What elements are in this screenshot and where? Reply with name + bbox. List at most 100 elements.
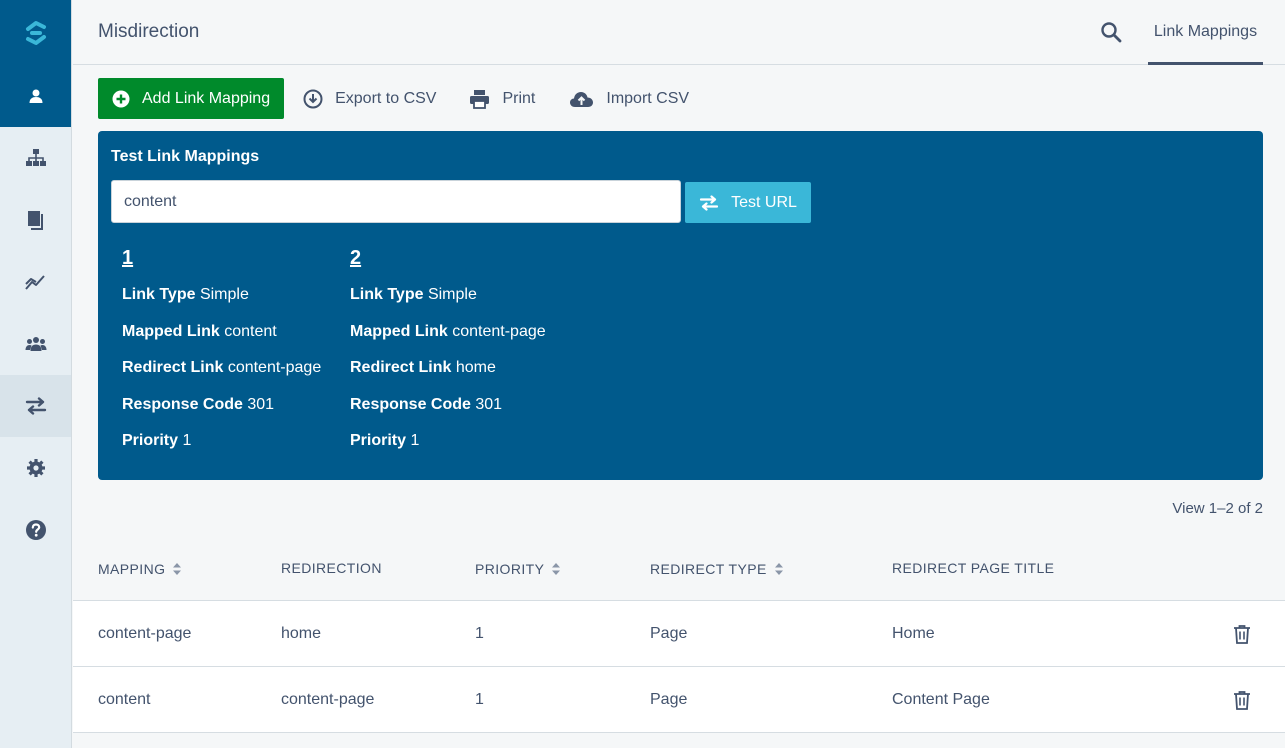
result-index-link[interactable]: 2 bbox=[350, 247, 546, 273]
value: content bbox=[224, 322, 277, 340]
sidebar-item-security[interactable] bbox=[0, 313, 71, 375]
table-row[interactable]: content content-page 1 Page Content Page bbox=[73, 667, 1285, 733]
sidebar-item-sitemap[interactable] bbox=[0, 127, 71, 189]
cell-page-title: Content Page bbox=[892, 691, 990, 708]
sidebar-item-users-profile[interactable] bbox=[0, 65, 71, 127]
label: Link Type bbox=[350, 286, 424, 303]
test-link-mappings-panel: Test Link Mappings Test URL 1 Link Type … bbox=[98, 131, 1263, 480]
cloud-upload-icon bbox=[570, 91, 594, 107]
test-url-button[interactable]: Test URL bbox=[685, 182, 811, 223]
toolbar: Add Link Mapping Export to CSV Print Imp… bbox=[98, 78, 689, 119]
result-link-type: Link Type Simple bbox=[350, 286, 546, 323]
label: Response Code bbox=[122, 395, 243, 413]
print-button[interactable]: Print bbox=[469, 89, 535, 109]
import-csv-button[interactable]: Import CSV bbox=[569, 89, 689, 109]
label: Mapped Link bbox=[122, 322, 220, 340]
add-link-mapping-label: Add Link Mapping bbox=[142, 89, 271, 107]
label: Redirect Link bbox=[122, 359, 224, 376]
column-label: MAPPING bbox=[98, 561, 166, 577]
label: Priority bbox=[122, 432, 179, 449]
column-header-priority[interactable]: PRIORITY bbox=[475, 561, 561, 577]
exchange-icon bbox=[25, 397, 46, 415]
sort-icon bbox=[774, 563, 783, 575]
column-label: REDIRECTION bbox=[281, 560, 382, 576]
table-row[interactable]: content-page home 1 Page Home bbox=[73, 601, 1285, 667]
result-index-link[interactable]: 1 bbox=[122, 247, 321, 273]
page-title: Misdirection bbox=[98, 21, 200, 42]
add-link-mapping-button[interactable]: Add Link Mapping bbox=[98, 78, 285, 119]
result-response-code: Response Code 301 bbox=[350, 396, 546, 433]
test-panel-title: Test Link Mappings bbox=[111, 148, 260, 165]
test-url-input[interactable] bbox=[111, 180, 681, 223]
column-header-redirect-page-title: REDIRECT PAGE TITLE bbox=[892, 560, 1054, 576]
header: Misdirection Link Mappings bbox=[73, 0, 1285, 65]
column-header-mapping[interactable]: MAPPING bbox=[98, 561, 182, 577]
label: Mapped Link bbox=[350, 322, 448, 340]
cell-redirect-type: Page bbox=[650, 691, 688, 708]
users-icon bbox=[25, 337, 46, 351]
logo-icon bbox=[25, 20, 46, 45]
value: home bbox=[455, 359, 496, 376]
column-label: REDIRECT TYPE bbox=[650, 561, 767, 577]
sort-icon bbox=[173, 563, 182, 575]
value: content-page bbox=[452, 322, 546, 340]
export-csv-button[interactable]: Export to CSV bbox=[303, 89, 436, 109]
trash-icon[interactable] bbox=[1233, 690, 1251, 710]
download-circle-icon bbox=[303, 89, 323, 108]
cell-redirection: content-page bbox=[281, 691, 375, 708]
gear-icon bbox=[26, 459, 45, 477]
value: 301 bbox=[247, 395, 275, 413]
test-result: 1 Link Type Simple Mapped Link content R… bbox=[122, 247, 321, 469]
link-mappings-table: MAPPING REDIRECTION PRIORITY REDIRECT TY… bbox=[73, 534, 1285, 733]
plus-circle-icon bbox=[112, 90, 130, 107]
result-response-code: Response Code 301 bbox=[122, 396, 321, 433]
value: Simple bbox=[199, 286, 249, 303]
result-redirect-link: Redirect Link content-page bbox=[122, 359, 321, 396]
column-header-redirection: REDIRECTION bbox=[281, 560, 382, 576]
logo[interactable] bbox=[0, 0, 71, 65]
label: Priority bbox=[350, 432, 407, 449]
label: Response Code bbox=[350, 395, 471, 413]
label: Redirect Link bbox=[350, 359, 452, 376]
value: Simple bbox=[427, 286, 477, 303]
chart-line-icon bbox=[24, 275, 45, 290]
value: 1 bbox=[410, 432, 420, 449]
sitemap-icon bbox=[25, 149, 46, 166]
sort-icon bbox=[552, 563, 561, 575]
cell-priority: 1 bbox=[475, 691, 484, 708]
result-priority: Priority 1 bbox=[122, 432, 321, 469]
export-csv-label: Export to CSV bbox=[335, 89, 437, 107]
result-mapped-link: Mapped Link content-page bbox=[350, 323, 546, 360]
value: content-page bbox=[227, 359, 322, 376]
cell-mapping: content-page bbox=[98, 625, 192, 642]
cell-mapping: content bbox=[98, 691, 151, 708]
result-mapped-link: Mapped Link content bbox=[122, 323, 321, 360]
column-label: PRIORITY bbox=[475, 561, 545, 577]
cell-redirection: home bbox=[281, 625, 322, 642]
sidebar-item-misdirection[interactable] bbox=[0, 375, 71, 437]
print-label: Print bbox=[502, 89, 536, 107]
cell-redirect-type: Page bbox=[650, 625, 688, 642]
value: 1 bbox=[182, 432, 192, 449]
search-icon[interactable] bbox=[1100, 21, 1122, 43]
tab-link-mappings[interactable]: Link Mappings bbox=[1148, 0, 1263, 65]
sidebar-item-help[interactable] bbox=[0, 499, 71, 561]
result-redirect-link: Redirect Link home bbox=[350, 359, 546, 396]
import-csv-label: Import CSV bbox=[606, 89, 690, 107]
value: 301 bbox=[475, 395, 503, 413]
result-link-type: Link Type Simple bbox=[122, 286, 321, 323]
exchange-icon bbox=[699, 194, 719, 211]
sidebar-item-pages[interactable] bbox=[0, 189, 71, 251]
trash-icon[interactable] bbox=[1233, 624, 1251, 644]
sidebar-item-reports[interactable] bbox=[0, 251, 71, 313]
pagination-count: View 1–2 of 2 bbox=[1172, 500, 1263, 517]
column-header-redirect-type[interactable]: REDIRECT TYPE bbox=[650, 561, 783, 577]
pages-icon bbox=[27, 211, 43, 230]
table-header: MAPPING REDIRECTION PRIORITY REDIRECT TY… bbox=[73, 534, 1285, 601]
sidebar-item-settings[interactable] bbox=[0, 437, 71, 499]
label: Link Type bbox=[122, 286, 196, 303]
result-priority: Priority 1 bbox=[350, 432, 546, 469]
cell-page-title: Home bbox=[892, 625, 935, 642]
user-icon bbox=[29, 89, 42, 103]
help-icon bbox=[25, 520, 46, 540]
